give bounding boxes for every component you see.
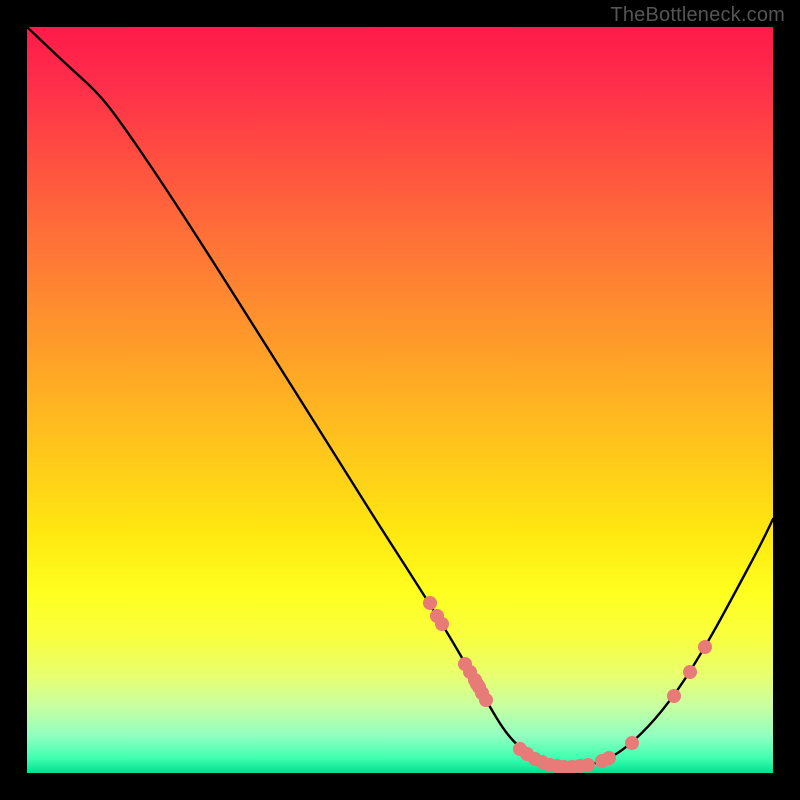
curve-marker (667, 689, 681, 703)
watermark-text: TheBottleneck.com (610, 4, 785, 27)
curve-marker (581, 758, 595, 772)
curve-markers (423, 596, 712, 773)
chart-plot-area (27, 27, 773, 773)
curve-marker (683, 665, 697, 679)
curve-marker (423, 596, 437, 610)
bottleneck-curve (27, 27, 773, 766)
curve-marker (625, 736, 639, 750)
curve-marker (602, 751, 616, 765)
chart-curve-layer (27, 27, 773, 773)
curve-marker (698, 640, 712, 654)
curve-marker (479, 693, 493, 707)
curve-marker (435, 617, 449, 631)
